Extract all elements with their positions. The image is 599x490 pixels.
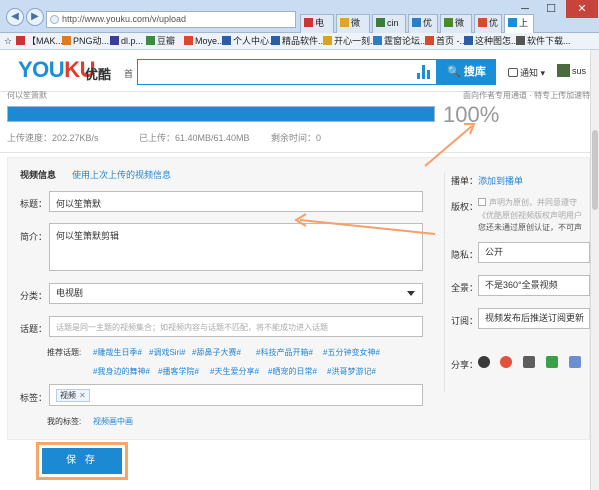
- arrow-to-title: [299, 219, 436, 235]
- arrow-to-percent: [424, 125, 473, 167]
- annotation-arrows: [294, 123, 476, 235]
